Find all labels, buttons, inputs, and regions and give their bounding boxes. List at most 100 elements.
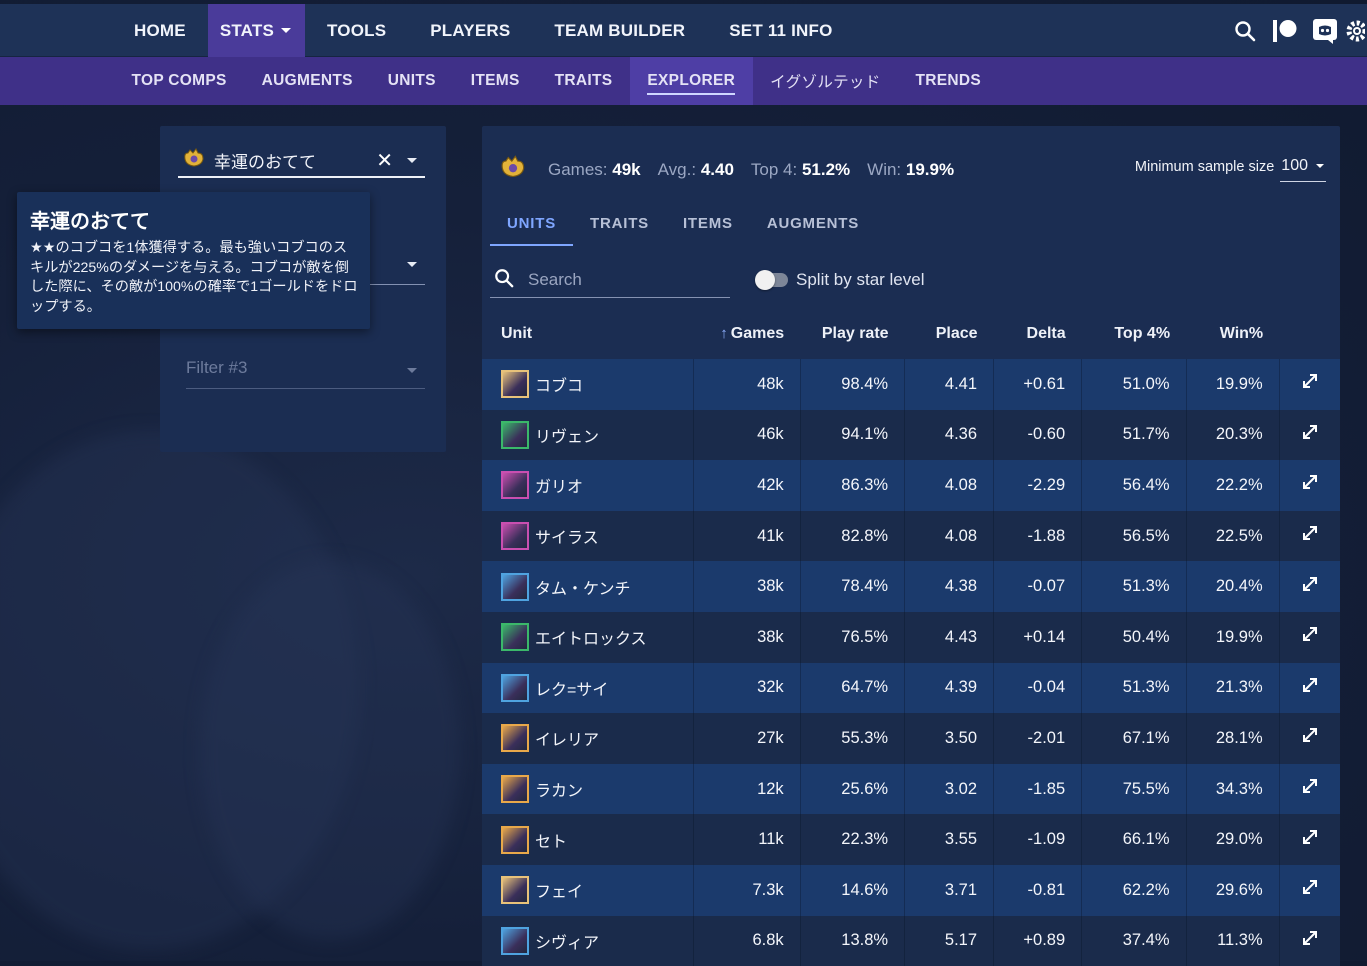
cell-games: 27k xyxy=(693,713,801,764)
cell-value: 4.36 xyxy=(944,425,978,444)
subnav-trends[interactable]: TRENDS xyxy=(898,57,999,105)
nav-tools[interactable]: TOOLS xyxy=(305,4,408,57)
unit-name: レク=サイ xyxy=(535,681,609,699)
tab-items[interactable]: ITEMS xyxy=(666,202,750,244)
search-input[interactable] xyxy=(526,269,720,291)
avg-label: Avg.: xyxy=(657,159,697,179)
top-navigation: HOME STATS TOOLS PLAYERS TEAM BUILDER SE… xyxy=(0,4,1367,57)
cell-value: 3.71 xyxy=(944,880,978,899)
subnav-exalted[interactable]: イグゾルテッド xyxy=(753,57,898,105)
cell-games: 48k xyxy=(693,359,801,410)
expand-icon[interactable] xyxy=(1301,372,1319,396)
unit-portrait[interactable] xyxy=(501,623,529,652)
expand-icon[interactable] xyxy=(1301,473,1319,497)
filter-2-select[interactable] xyxy=(368,262,425,285)
unit-name: シヴィア xyxy=(535,934,600,952)
expand-icon[interactable] xyxy=(1301,828,1319,852)
unit-portrait[interactable] xyxy=(501,926,529,955)
expand-icon[interactable] xyxy=(1301,625,1319,649)
cell-top4: 51.3% xyxy=(1081,561,1187,612)
close-icon[interactable]: ✕ xyxy=(376,148,393,173)
table-row[interactable]: タム・ケンチ 38k 78.4% 4.38 -0.07 51.3% 20.4% xyxy=(482,561,1340,612)
expand-icon[interactable] xyxy=(1301,575,1319,599)
cell-expand xyxy=(1278,510,1340,562)
subnav-traits[interactable]: TRAITS xyxy=(537,57,630,105)
cell-delta: +0.89 xyxy=(993,915,1082,966)
unit-portrait[interactable] xyxy=(501,420,529,449)
top4-label: Top 4: xyxy=(750,159,798,179)
search-icon[interactable] xyxy=(1225,4,1265,57)
tab-traits[interactable]: TRAITS xyxy=(573,202,666,244)
unit-name: タム・ケンチ xyxy=(535,580,631,598)
cell-win: 20.3% xyxy=(1185,409,1280,461)
nav-home[interactable]: HOME xyxy=(112,4,208,57)
unit-portrait[interactable] xyxy=(501,673,529,702)
patreon-icon[interactable] xyxy=(1265,4,1305,57)
subnav-units[interactable]: UNITS xyxy=(370,57,453,105)
expand-icon[interactable] xyxy=(1301,777,1319,801)
subnav-top-comps[interactable]: TOP COMPS xyxy=(114,57,244,105)
nav-stats[interactable]: STATS xyxy=(207,4,306,57)
tab-label: TRAITS xyxy=(590,214,649,232)
expand-icon[interactable] xyxy=(1301,524,1319,548)
sample-size-select[interactable]: 100 xyxy=(1280,157,1326,182)
table-row[interactable]: ガリオ 42k 86.3% 4.08 -2.29 56.4% 22.2% xyxy=(482,460,1340,511)
unit-portrait[interactable] xyxy=(501,876,529,905)
unit-portrait[interactable] xyxy=(501,370,529,399)
column-header-play-rate[interactable]: Play rate xyxy=(800,308,904,359)
unit-portrait[interactable] xyxy=(501,825,529,854)
chevron-down-icon xyxy=(407,368,417,373)
table-row[interactable]: セト 11k 22.3% 3.55 -1.09 66.1% 29.0% xyxy=(482,814,1340,865)
column-header-unit[interactable]: Unit xyxy=(482,308,694,359)
table-row[interactable]: エイトロックス 38k 76.5% 4.43 +0.14 50.4% 19.9% xyxy=(482,611,1340,663)
tab-augments[interactable]: AUGMENTS xyxy=(750,202,876,244)
filter-1-select[interactable]: 幸運のおてて ✕ xyxy=(178,144,425,178)
unit-portrait[interactable] xyxy=(501,775,529,804)
nav-label: TEAM BUILDER xyxy=(554,20,686,40)
cell-expand xyxy=(1278,814,1340,865)
chevron-down-icon[interactable] xyxy=(407,157,417,163)
sort-ascending-icon: ↑ xyxy=(720,324,728,342)
split-star-switch[interactable] xyxy=(755,270,788,290)
unit-portrait[interactable] xyxy=(501,522,529,551)
table-row[interactable]: リヴェン 46k 94.1% 4.36 -0.60 51.7% 20.3% xyxy=(482,409,1340,461)
subnav-items[interactable]: ITEMS xyxy=(453,57,537,105)
expand-icon[interactable] xyxy=(1301,929,1319,953)
table-row[interactable]: シヴィア 6.8k 13.8% 5.17 +0.89 37.4% 11.3% xyxy=(482,915,1340,966)
expand-icon[interactable] xyxy=(1301,676,1319,700)
nav-team-builder[interactable]: TEAM BUILDER xyxy=(532,4,707,57)
expand-icon[interactable] xyxy=(1301,423,1319,447)
column-header-win[interactable]: Win% xyxy=(1186,308,1279,359)
column-header-games[interactable]: ↑ Games xyxy=(694,308,800,359)
column-header-place[interactable]: Place xyxy=(905,308,994,359)
expand-icon[interactable] xyxy=(1301,726,1319,750)
table-row[interactable]: レク=サイ 32k 64.7% 4.39 -0.04 51.3% 21.3% xyxy=(482,662,1340,714)
settings-icon[interactable] xyxy=(1345,4,1367,57)
subnav-label: TOP COMPS xyxy=(131,72,227,89)
table-row[interactable]: コブコ 48k 98.4% 4.41 +0.61 51.0% 19.9% xyxy=(482,359,1340,410)
table-row[interactable]: フェイ 7.3k 14.6% 3.71 -0.81 62.2% 29.6% xyxy=(482,864,1340,916)
subnav-augments[interactable]: AUGMENTS xyxy=(244,57,370,105)
filter-3-select[interactable]: Filter #3 xyxy=(186,358,425,389)
table-row[interactable]: イレリア 27k 55.3% 3.50 -2.01 67.1% 28.1% xyxy=(482,713,1340,764)
column-header-delta[interactable]: Delta xyxy=(994,308,1082,359)
unit-portrait[interactable] xyxy=(501,471,529,500)
cell-place: 3.50 xyxy=(904,713,994,764)
cell-value: 6.8k xyxy=(752,931,784,950)
cell-games: 38k xyxy=(693,611,801,663)
cell-expand xyxy=(1278,915,1340,966)
nav-players[interactable]: PLAYERS xyxy=(408,4,532,57)
nav-label: HOME xyxy=(134,20,186,40)
discord-icon[interactable] xyxy=(1305,4,1345,57)
tab-units[interactable]: UNITS xyxy=(490,202,573,246)
subnav-explorer[interactable]: EXPLORER xyxy=(629,57,753,105)
unit-portrait[interactable] xyxy=(501,724,529,753)
table-row[interactable]: サイラス 41k 82.8% 4.08 -1.88 56.5% 22.5% xyxy=(482,510,1340,562)
nav-set-info[interactable]: SET 11 INFO xyxy=(707,4,854,57)
expand-icon[interactable] xyxy=(1301,878,1319,902)
table-row[interactable]: ラカン 12k 25.6% 3.02 -1.85 75.5% 34.3% xyxy=(482,763,1340,815)
column-header-top4[interactable]: Top 4% xyxy=(1082,308,1186,359)
cell-expand xyxy=(1278,763,1340,815)
unit-portrait[interactable] xyxy=(501,572,529,601)
unit-name: ガリオ xyxy=(535,479,584,497)
